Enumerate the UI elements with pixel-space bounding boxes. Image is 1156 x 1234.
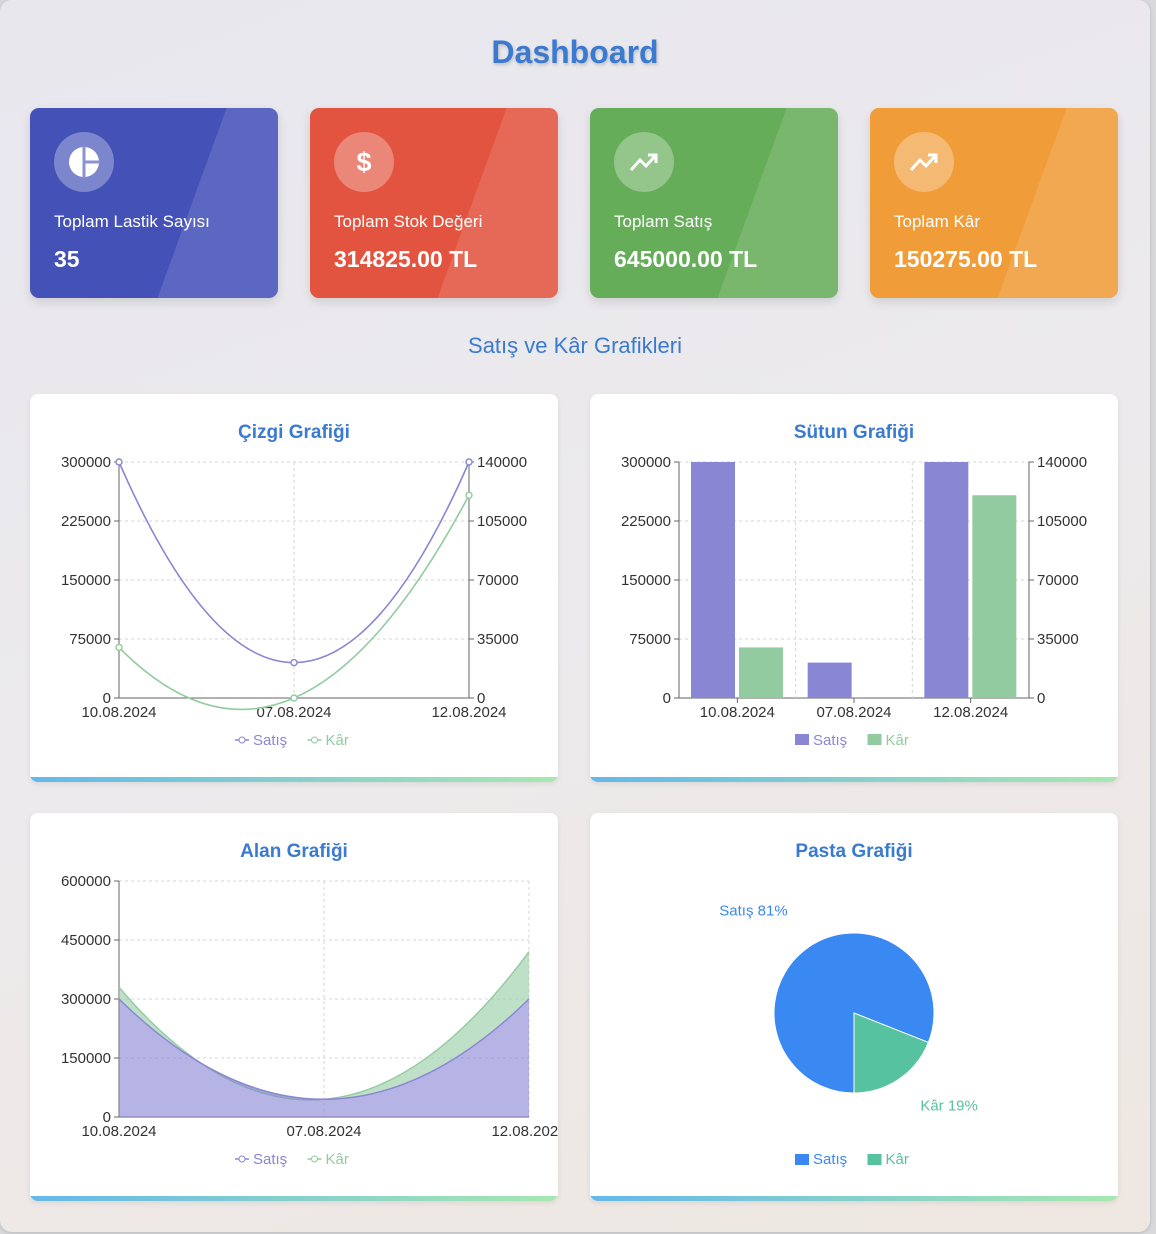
line-chart-panel: Çizgi Grafiği 0 75000 150000 225000 300000 0 3… <box>30 394 558 782</box>
x-tick-label: 12.08.2024 <box>491 1123 558 1140</box>
x-tick-label: 07.08.2024 <box>816 704 891 721</box>
line-chart[interactable]: 0750001500002250003000000350007000010500… <box>30 394 558 782</box>
legend-label: Satış <box>253 1151 287 1168</box>
data-point <box>465 491 473 499</box>
legend-marker <box>311 1155 318 1163</box>
bar-chart-panel: Sütun Grafiği 0 75000 150000 225000 300000 0 3… <box>590 394 1118 782</box>
stat-label: Toplam Satış <box>614 212 713 231</box>
x-tick-label: 12.08.2024 <box>933 704 1008 721</box>
y-tick-label: 450000 <box>61 932 111 949</box>
legend-marker <box>311 736 318 744</box>
pie-chart[interactable]: Satış 81% Kâr 19% Satış Kâr <box>590 813 1118 1201</box>
stat-value: 150275.00 TL <box>894 246 1038 272</box>
y-tick-label-right: 0 <box>1037 690 1045 707</box>
y-tick-label-right: 140000 <box>1037 454 1087 471</box>
y-tick-label: 150000 <box>61 572 111 589</box>
x-tick-label: 10.08.2024 <box>81 704 156 721</box>
area-chart-panel: Alan Grafiği 0 150000 300000 450000 600000 10… <box>30 813 558 1201</box>
pie-label: Satış 81% <box>719 902 787 919</box>
pie-label: Kâr 19% <box>920 1098 978 1115</box>
legend-label: Satış <box>813 1151 847 1168</box>
bar <box>972 495 1017 698</box>
y-tick-label-right: 35000 <box>1037 631 1079 648</box>
legend-label: Satış <box>253 732 287 749</box>
pie-chart-panel: Pasta Grafiği Satış 81% Kâr 19% Satış Kâr <box>590 813 1118 1201</box>
legend-marker <box>795 734 809 745</box>
pie-chart-icon <box>54 132 114 192</box>
y-tick-label-right: 105000 <box>1037 513 1087 530</box>
y-tick-label: 75000 <box>629 631 671 648</box>
x-tick-label: 10.08.2024 <box>700 704 775 721</box>
legend-label: Kâr <box>886 732 909 749</box>
data-point <box>115 643 123 652</box>
page-title: Dashboard <box>491 34 659 70</box>
y-tick-label: 300000 <box>621 454 671 471</box>
legend-marker <box>238 736 246 744</box>
legend-marker <box>867 734 882 745</box>
legend-label: Kâr <box>326 1151 349 1168</box>
y-tick-label-right: 70000 <box>477 572 519 589</box>
legend-label: Satış <box>813 732 847 749</box>
y-tick-label: 0 <box>663 690 671 707</box>
stat-value: 314825.00 TL <box>334 246 478 272</box>
data-point <box>465 458 473 466</box>
bar <box>739 647 783 698</box>
y-tick-label: 225000 <box>621 513 671 530</box>
stat-label: Toplam Stok Değeri <box>334 212 483 231</box>
dollar-icon: $ <box>334 132 394 192</box>
legend-marker <box>867 1154 882 1165</box>
stat-card-total-profit: Toplam Kâr 150275.00 TL <box>870 108 1118 298</box>
bar <box>691 462 735 698</box>
dashboard-window: Dashboard Toplam Lastik Sayısı 35 $ Topl… <box>0 0 1150 1232</box>
bar <box>807 662 852 698</box>
trending-up-icon <box>894 132 954 192</box>
y-tick-label-right: 140000 <box>477 454 527 471</box>
legend-label: Kâr <box>886 1151 909 1168</box>
legend-marker <box>238 1155 246 1163</box>
y-tick-label: 150000 <box>621 572 671 589</box>
svg-text:$: $ <box>356 147 371 177</box>
data-point <box>290 658 298 667</box>
stat-value: 645000.00 TL <box>614 246 758 272</box>
y-tick-label: 150000 <box>61 1050 111 1067</box>
x-tick-label: 12.08.2024 <box>431 704 506 721</box>
trending-up-icon <box>614 132 674 192</box>
y-tick-label-right: 70000 <box>1037 572 1079 589</box>
y-tick-label-right: 35000 <box>477 631 519 648</box>
data-point <box>115 458 123 466</box>
y-tick-label-right: 105000 <box>477 513 527 530</box>
y-tick-label: 300000 <box>61 991 111 1008</box>
y-tick-label: 600000 <box>61 873 111 890</box>
stat-label: Toplam Kâr <box>894 212 980 231</box>
legend-marker <box>795 1154 809 1165</box>
x-tick-label: 07.08.2024 <box>286 1123 361 1140</box>
y-tick-label: 300000 <box>61 454 111 471</box>
stat-card-tire-count: Toplam Lastik Sayısı 35 <box>30 108 278 298</box>
y-tick-label: 75000 <box>69 631 111 648</box>
section-title: Satış ve Kâr Grafikleri <box>468 333 682 358</box>
x-tick-label: 10.08.2024 <box>81 1123 156 1140</box>
legend-label: Kâr <box>326 732 349 749</box>
stat-card-stock-value: $ Toplam Stok Değeri 314825.00 TL <box>310 108 558 298</box>
stat-label: Toplam Lastik Sayısı <box>54 212 210 231</box>
bar <box>924 462 969 698</box>
y-tick-label: 225000 <box>61 513 111 530</box>
stat-value: 35 <box>54 246 80 272</box>
bar-chart[interactable]: 0 75000 150000 225000 300000 0 35000 70000 10500… <box>590 394 1118 782</box>
area-chart[interactable]: 015000030000045000060000010.08.2024 07.08… <box>30 813 558 1201</box>
stat-card-total-sales: Toplam Satış 645000.00 TL <box>590 108 838 298</box>
data-point <box>290 694 298 702</box>
